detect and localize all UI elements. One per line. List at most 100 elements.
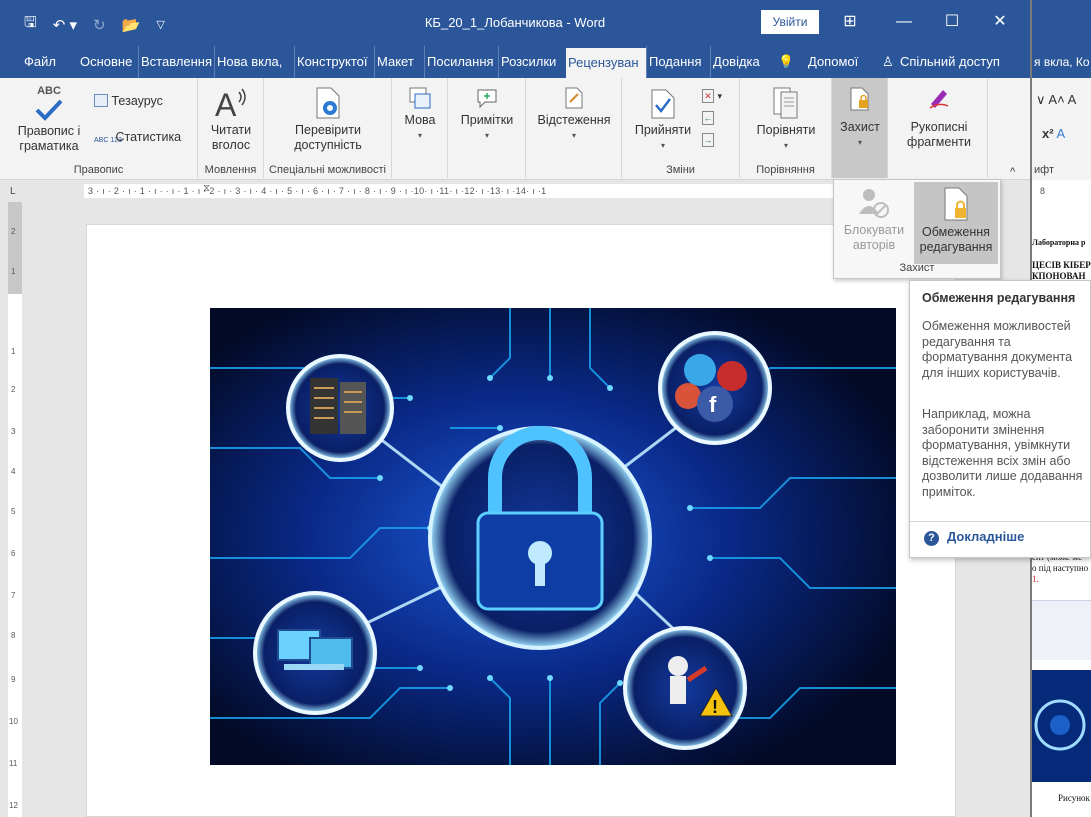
next-change-icon: → [702, 133, 714, 147]
svg-text:11: 11 [9, 759, 18, 768]
protect-group: Захист ▾ [832, 78, 888, 178]
protect-button[interactable]: Захист ▾ [834, 86, 886, 150]
second-window-tabs[interactable]: я вкла, Ко [1032, 46, 1091, 78]
block-authors-label-1: Блокувати [843, 223, 905, 237]
restrict-editing-label-1: Обмеження [922, 225, 990, 239]
ink-label-1: Рукописні [910, 120, 968, 134]
tab-home[interactable]: Основне [78, 46, 138, 78]
svg-text:1: 1 [11, 267, 16, 276]
svg-text:2: 2 [11, 227, 16, 236]
svg-text:!: ! [712, 697, 718, 717]
tab-view[interactable]: Подання [646, 46, 710, 78]
doc-text-5: о під наступно [1032, 563, 1089, 573]
tab-layout[interactable]: Макет [374, 46, 424, 78]
tab-help[interactable]: Довідка [710, 46, 768, 78]
read-aloud-button[interactable]: A Читати вголос [202, 86, 260, 153]
spelling-label-1: Правопис і [17, 124, 81, 138]
spelling-grammar-button[interactable]: ABC Правопис і граматика [12, 84, 86, 154]
ruler-numbers: 3 · ı · 2 · ı · 1 · ı · · ı · 1 · ı · 2 … [88, 186, 547, 196]
tell-me-more-link[interactable]: ? Докладніше [924, 529, 1024, 546]
tracking-label: Відстеження [537, 113, 611, 127]
tab-review[interactable]: Рецензуван [566, 48, 646, 78]
svg-text:8: 8 [11, 631, 16, 640]
doc-text-1: Лабораторна р [1032, 238, 1086, 247]
second-window-ribbon: ∨ A˄ A x² A ифт [1032, 78, 1091, 180]
pen-ink-icon [929, 90, 949, 109]
read-aloud-label-2: вголос [211, 138, 251, 152]
ribbon-display-options-icon[interactable]: ⊞ [830, 8, 870, 36]
language-button[interactable]: Мова ▾ [396, 86, 444, 143]
svg-text:10: 10 [9, 717, 18, 726]
spelling-abc-label: ABC [37, 85, 61, 97]
tooltip-example: Наприклад, можна заборонити змінення фор… [922, 407, 1083, 499]
svg-text:3: 3 [11, 427, 16, 436]
tooltip-description: Обмеження можливостей редагування та фор… [922, 319, 1073, 380]
svg-text:9: 9 [11, 675, 16, 684]
second-ruler-number: 8 [1040, 186, 1046, 196]
word-window: 🖫 ↶ ▾ ↻ 📂 ▽ КБ_20_1_Лобанчикова - Word У… [0, 0, 1091, 817]
previous-change-icon: ← [702, 111, 714, 125]
compare-button[interactable]: Порівняти ▾ [746, 86, 826, 153]
tab-design[interactable]: Конструктої [294, 46, 374, 78]
second-window-titlebar [1032, 0, 1091, 46]
tab-selector-icon[interactable]: L [10, 186, 16, 197]
svg-text:A: A [215, 87, 237, 120]
minimize-button[interactable]: — [884, 8, 924, 36]
lightbulb-icon[interactable]: 💡 [776, 46, 790, 78]
thesaurus-icon [94, 94, 108, 107]
restore-button[interactable]: ☐ [932, 8, 972, 36]
thesaurus-button[interactable]: Тезаурус [94, 94, 163, 108]
block-authors-button[interactable]: Блокувати авторів [838, 182, 910, 264]
svg-text:7: 7 [11, 591, 16, 600]
tracking-dropdown-icon: ▾ [571, 131, 576, 140]
close-button[interactable]: ✕ [980, 8, 1020, 36]
tab-insert[interactable]: Вставлення [138, 46, 214, 78]
title-bar: 🖫 ↶ ▾ ↻ 📂 ▽ КБ_20_1_Лобанчикова - Word У… [0, 0, 1030, 46]
window-title: КБ_20_1_Лобанчикова - Word [424, 15, 606, 30]
accept-change-icon [651, 89, 675, 119]
image-thumbnail [1032, 670, 1091, 782]
tell-me-box[interactable]: Допомої [806, 46, 866, 78]
previous-change-button[interactable]: ← [702, 110, 714, 125]
tab-references[interactable]: Посилання [424, 46, 498, 78]
proofing-group: ABC Правопис і граматика Тезаурус ABC 12… [0, 78, 198, 178]
tab-file[interactable]: Файл [22, 46, 58, 78]
tracking-button[interactable]: Відстеження ▾ [532, 86, 616, 143]
tooltip-title: Обмеження редагування [922, 291, 1076, 305]
accept-label: Прийняти [634, 123, 692, 137]
font-size-controls-icon[interactable]: ∨ A˄ A [1036, 92, 1076, 108]
cybersecurity-image[interactable]: f ! [210, 308, 896, 765]
figure-caption: Рисунок [1058, 793, 1090, 803]
tab-mailings[interactable]: Розсилки [498, 46, 566, 78]
doc-text-6: 1. [1032, 574, 1039, 584]
block-authors-label-2: авторів [852, 238, 896, 252]
word-count-icon: ABC 123 [94, 137, 123, 144]
ink-label-2: фрагменти [907, 135, 971, 149]
indent-marker-icon[interactable]: ⧖ [203, 183, 210, 194]
compare-group-label: Порівняння [756, 164, 815, 176]
next-change-button[interactable]: → [702, 132, 714, 147]
reject-button[interactable]: ✕ ▾ [702, 88, 722, 103]
share-button[interactable]: Спільний доступ [898, 46, 1008, 78]
accept-button[interactable]: Прийняти ▾ [628, 88, 698, 153]
screenshot-thumbnail [1032, 600, 1091, 660]
language-label: Мова [404, 113, 436, 127]
compare-icon [773, 87, 798, 119]
tab-new[interactable]: Нова вкла, [214, 46, 294, 78]
word-count-button[interactable]: ABC 123 Статистика [94, 130, 181, 144]
vertical-ruler: 2 1 1 2 3 4 5 6 7 8 9 10 11 12 [8, 202, 22, 817]
check-accessibility-label-1: Перевірити [295, 123, 361, 137]
collapse-ribbon-icon[interactable]: ^ [1010, 166, 1015, 178]
comments-button[interactable]: Примітки ▾ [452, 86, 522, 143]
ink-button[interactable]: Рукописні фрагменти [894, 86, 984, 150]
superscript-icon[interactable]: x² A [1042, 126, 1065, 141]
spelling-label-2: граматика [19, 139, 79, 153]
restrict-editing-button[interactable]: Обмеження редагування [914, 182, 998, 264]
sign-in-button[interactable]: Увійти [761, 10, 819, 34]
compare-dropdown-icon: ▾ [783, 141, 788, 150]
tell-me-more-label: Докладніше [947, 529, 1025, 544]
reject-icon: ✕ [702, 89, 714, 103]
share-icon[interactable]: ♙ [880, 46, 900, 78]
check-accessibility-button[interactable]: Перевірити доступність [274, 86, 382, 153]
font-group-label: ифт [1034, 164, 1054, 176]
